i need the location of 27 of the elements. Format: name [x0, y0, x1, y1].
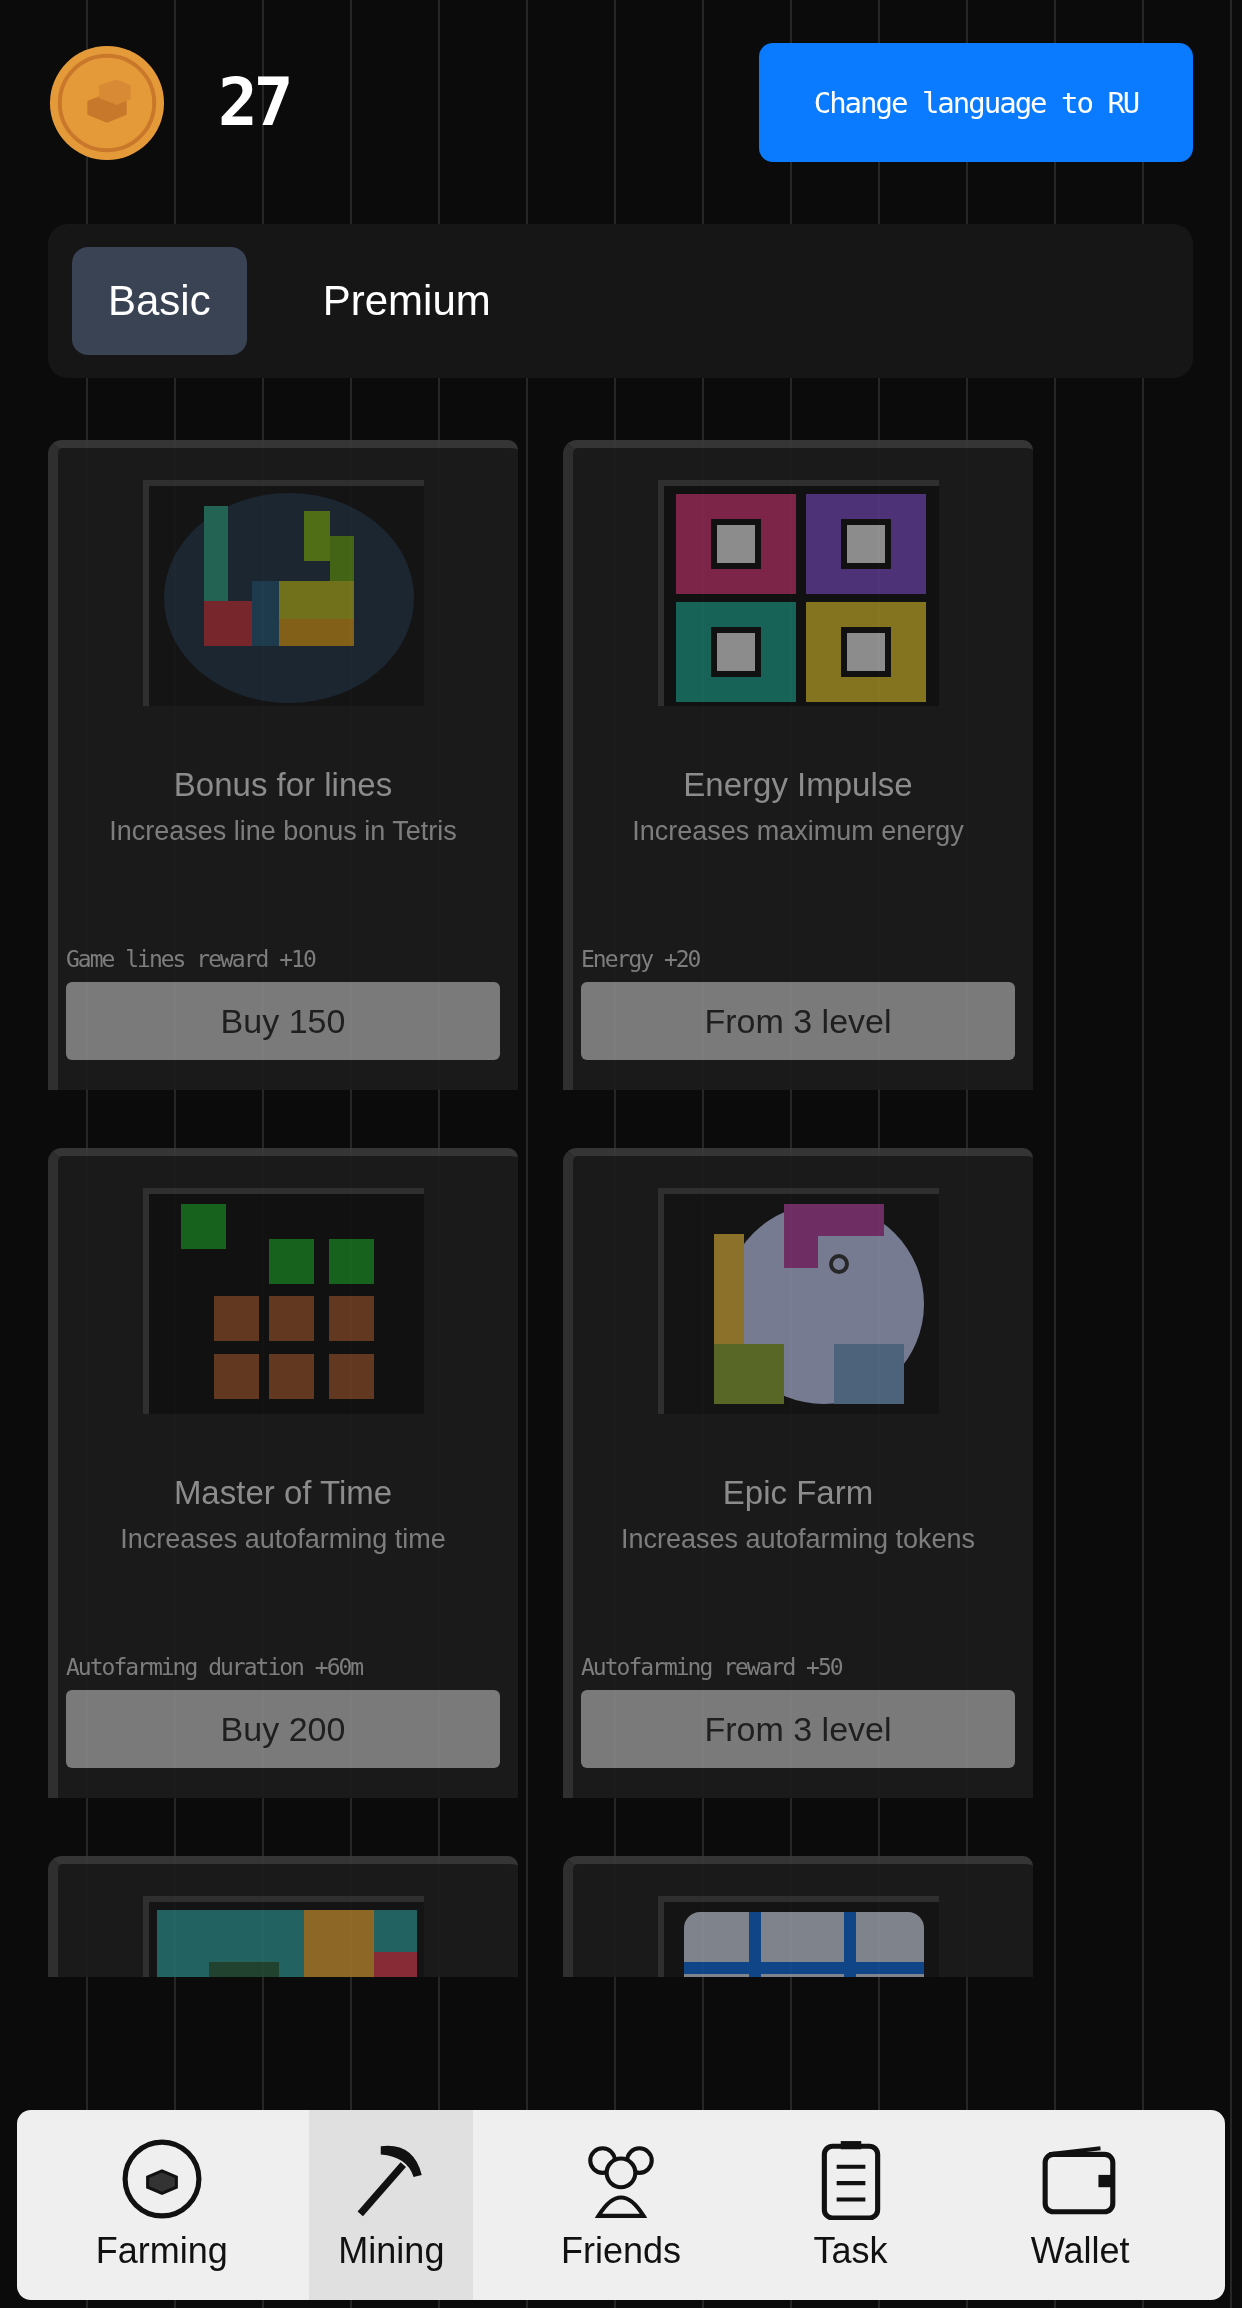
nav-item[interactable]: Wallet [998, 2110, 1163, 2300]
card-title: Energy Impulse [683, 766, 913, 804]
nav-item[interactable]: Mining [309, 2110, 474, 2300]
buy-button[interactable]: From 3 level [581, 1690, 1015, 1768]
card-stat: Autofarming reward +50 [581, 1654, 843, 1680]
buy-button[interactable]: Buy 200 [66, 1690, 500, 1768]
tab[interactable]: Basic [72, 247, 247, 355]
card-description: Increases autofarming tokens [620, 1524, 976, 1555]
buy-button[interactable]: From 3 level [581, 982, 1015, 1060]
card-stat: Game lines reward +10 [66, 946, 317, 972]
buy-button[interactable]: Buy 150 [66, 982, 500, 1060]
coin-icon [48, 43, 166, 162]
nav-item[interactable]: Farming [79, 2110, 244, 2300]
card-description: Increases maximum energy [632, 816, 964, 847]
farm-coin-icon [120, 2138, 203, 2220]
nav-item[interactable]: Task [768, 2110, 933, 2300]
balance-amount: 27 [218, 64, 290, 141]
card-title: Bonus for lines [173, 766, 393, 804]
tab[interactable]: Premium [286, 247, 527, 355]
nav-item[interactable]: Friends [539, 2110, 703, 2300]
card-title: Epic Farm [722, 1474, 874, 1512]
card-description: Increases line bonus in Tetris [109, 816, 457, 847]
card-stat: Autofarming duration +60m [66, 1654, 364, 1680]
card-description: Increases autofarming time [120, 1524, 446, 1555]
card-title: Master of Time [173, 1474, 393, 1512]
change-language-button[interactable]: Change language to RU [759, 43, 1193, 162]
card-stat: Energy +20 [581, 946, 701, 972]
